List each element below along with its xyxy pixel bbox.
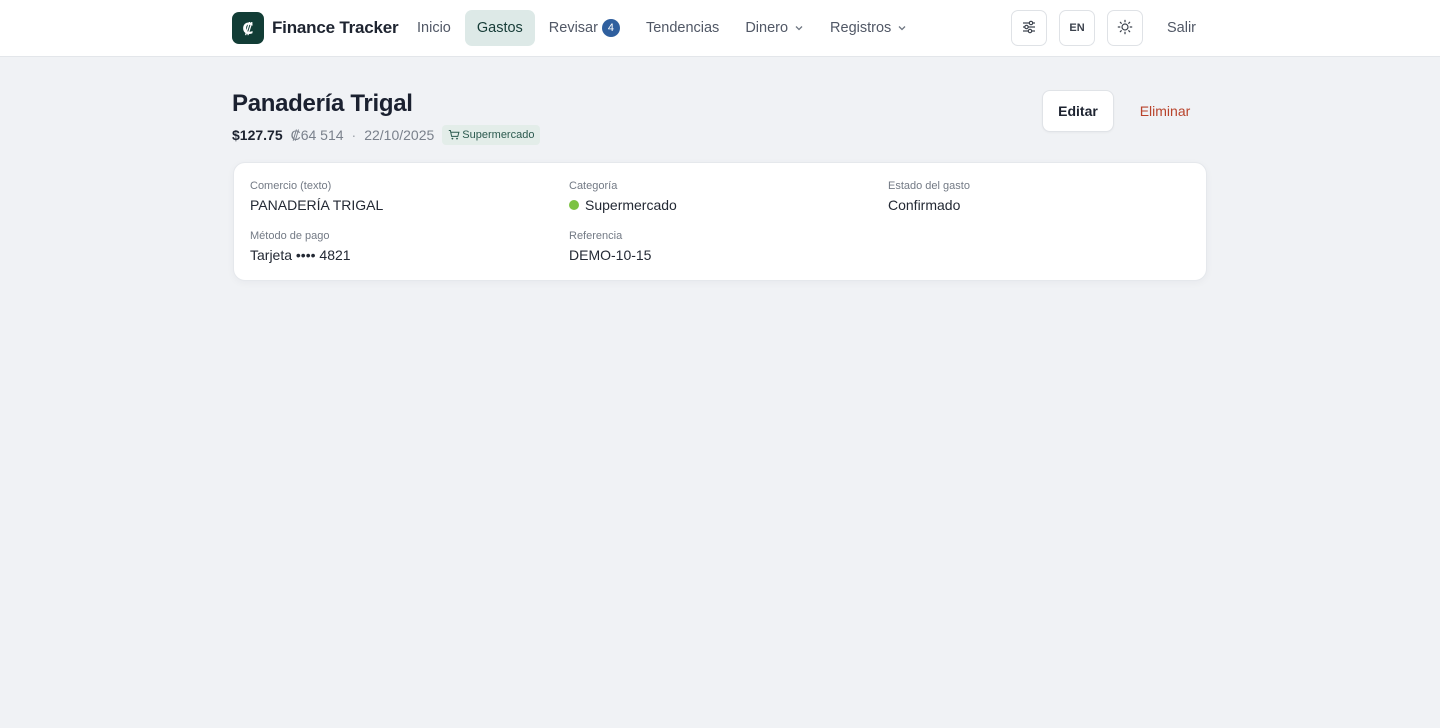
cart-icon — [448, 129, 460, 141]
reference-field: Referencia DEMO-10-15 — [569, 230, 651, 263]
header-tools: EN Salir — [1011, 10, 1196, 46]
colon-logo-icon: ₡ — [232, 12, 264, 44]
payment-method-value: Tarjeta •••• 4821 — [250, 247, 351, 263]
nav-item-tendencias[interactable]: Tendencias — [634, 10, 731, 46]
review-count-badge: 4 — [601, 19, 620, 37]
nav-item-label: Registros — [830, 20, 892, 36]
category-value-text: Supermercado — [585, 197, 677, 213]
language-label: EN — [1069, 22, 1085, 34]
top-navigation-bar: ₡ Finance Tracker Inicio Gastos Revisar … — [0, 0, 1440, 57]
nav-item-revisar[interactable]: Revisar 4 — [537, 10, 632, 46]
merchant-value: PANADERÍA TRIGAL — [250, 197, 384, 213]
expense-amount: $127.75 — [232, 127, 283, 143]
nav-item-label: Gastos — [476, 20, 523, 36]
category-badge: Supermercado — [442, 125, 541, 145]
reference-label: Referencia — [569, 230, 623, 242]
expense-amount-colones: ₡64 514 — [290, 127, 344, 143]
status-field: Estado del gasto Confirmado — [888, 180, 970, 213]
chevron-down-icon — [794, 23, 804, 33]
merchant-field: Comercio (texto) PANADERÍA TRIGAL — [250, 180, 383, 213]
category-field: Categoría Supermercado — [569, 180, 677, 213]
chevron-down-icon — [897, 23, 907, 33]
page-title: Panadería Trigal — [232, 90, 413, 117]
nav-item-registros[interactable]: Registros — [818, 10, 919, 46]
expense-date: 22/10/2025 — [364, 127, 435, 143]
expense-details-card: Comercio (texto) PANADERÍA TRIGAL Catego… — [233, 162, 1207, 281]
status-label: Estado del gasto — [888, 180, 970, 192]
category-color-dot — [569, 200, 579, 210]
merchant-label: Comercio (texto) — [250, 180, 332, 192]
nav-item-label: Dinero — [745, 20, 789, 36]
payment-method-field: Método de pago Tarjeta •••• 4821 — [250, 230, 351, 263]
brand-link[interactable]: ₡ Finance Tracker — [232, 12, 399, 44]
status-value: Confirmado — [888, 197, 961, 213]
category-value: Supermercado — [569, 197, 677, 213]
theme-toggle-button[interactable] — [1107, 10, 1143, 46]
nav-item-inicio[interactable]: Inicio — [405, 10, 463, 46]
edit-button[interactable]: Editar — [1042, 90, 1114, 132]
reference-value: DEMO-10-15 — [569, 247, 652, 263]
expense-summary: $127.75 ₡64 514 · 22/10/2025 Supermercad… — [232, 125, 541, 145]
nav-item-gastos[interactable]: Gastos — [464, 10, 535, 46]
language-toggle-button[interactable]: EN — [1059, 10, 1095, 46]
category-label: Categoría — [569, 180, 618, 192]
payment-method-label: Método de pago — [250, 230, 330, 242]
main-nav: Inicio Gastos Revisar 4 Tendencias Diner… — [405, 10, 921, 46]
logout-link[interactable]: Salir — [1167, 20, 1196, 36]
nav-item-label: Revisar — [548, 20, 598, 36]
delete-button[interactable]: Eliminar — [1126, 90, 1204, 132]
app-name: Finance Tracker — [272, 18, 399, 37]
filters-button[interactable] — [1011, 10, 1047, 46]
nav-item-label: Tendencias — [645, 20, 720, 36]
category-badge-label: Supermercado — [462, 129, 535, 141]
nav-item-dinero[interactable]: Dinero — [733, 10, 816, 46]
separator-dot: · — [351, 127, 357, 143]
nav-item-label: Inicio — [417, 20, 451, 36]
sliders-icon — [1021, 19, 1037, 38]
sun-icon — [1117, 19, 1133, 38]
